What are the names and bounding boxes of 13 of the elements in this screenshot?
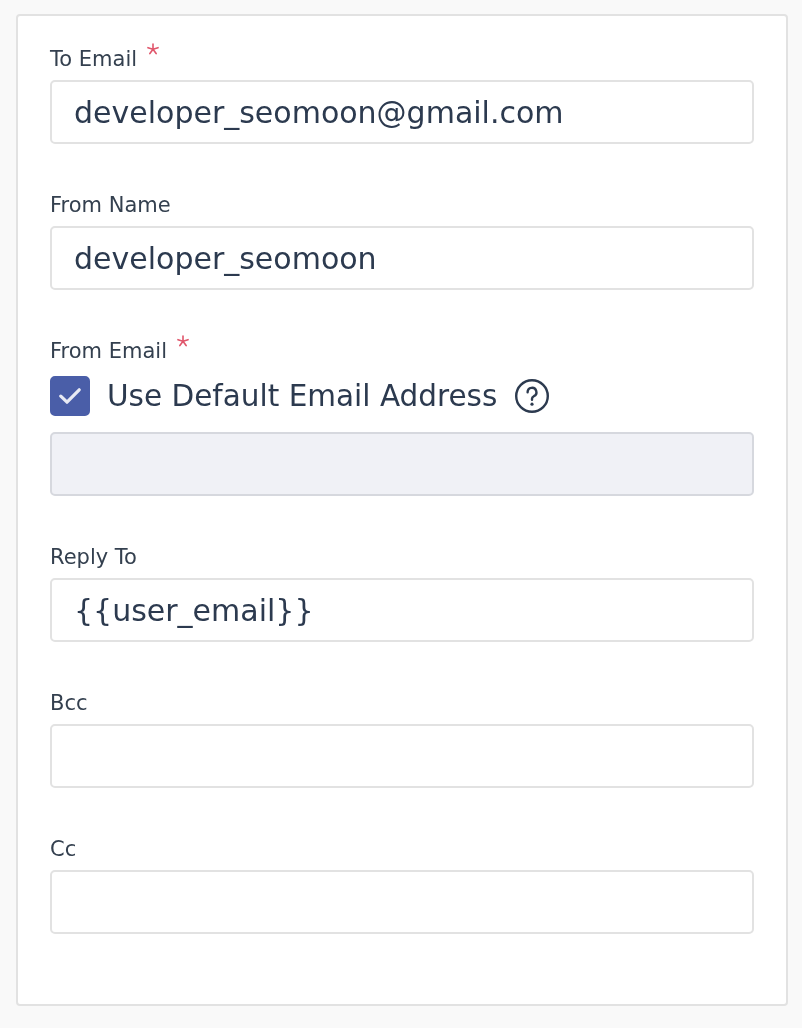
field-label: Bcc: [50, 690, 88, 716]
field-label: Reply To: [50, 544, 137, 570]
text-field[interactable]: [50, 724, 754, 788]
text-field[interactable]: developer_seomoon: [50, 226, 754, 290]
text-field[interactable]: {{user_email}}: [50, 578, 754, 642]
field-label: Cc: [50, 836, 77, 862]
field-label: From Name: [50, 192, 171, 218]
help-icon[interactable]: [515, 379, 550, 413]
field-label: From Email: [50, 338, 167, 364]
text-field[interactable]: developer_seomoon@gmail.com: [50, 80, 754, 144]
field-label: To Email: [50, 46, 138, 72]
text-field[interactable]: [50, 870, 754, 934]
check-icon: [59, 388, 81, 404]
